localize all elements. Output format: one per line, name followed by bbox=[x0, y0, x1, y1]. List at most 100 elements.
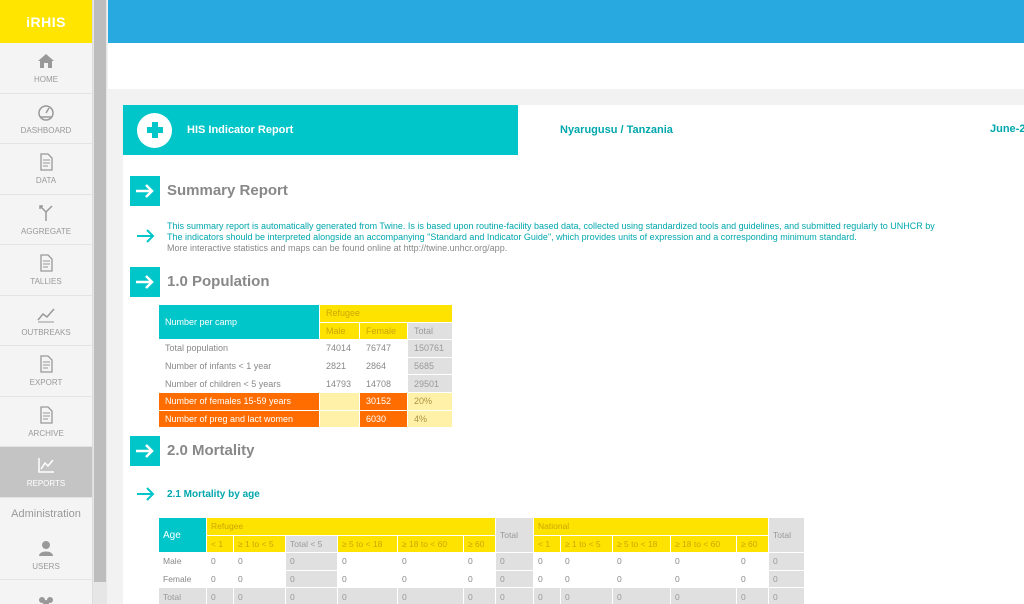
document-icon bbox=[40, 153, 53, 171]
row-label: Number of females 15-59 years bbox=[158, 391, 320, 411]
table-cell: 0 bbox=[533, 569, 561, 589]
cell-male: 2821 bbox=[319, 356, 360, 376]
sidebar-item-export[interactable]: EXPORT bbox=[0, 346, 92, 397]
cell-male bbox=[319, 391, 360, 411]
table-cell: 0 bbox=[463, 552, 496, 571]
table-cell: 0 bbox=[533, 587, 561, 604]
top-bar bbox=[108, 0, 1024, 43]
summary-text: This summary report is automatically gen… bbox=[167, 221, 1024, 254]
cell-female: 6030 bbox=[359, 409, 408, 429]
table-cell: 0 bbox=[612, 552, 671, 571]
sidebar-item-aggregate[interactable]: AGGREGATE bbox=[0, 195, 92, 245]
national-group-header: National bbox=[533, 517, 769, 536]
mortality-table: Age Refugee Total National Total < 1 ≥ 1… bbox=[158, 516, 805, 604]
administration-heading: Administration bbox=[11, 507, 81, 520]
table-cell: 0 bbox=[206, 552, 234, 571]
table-row: Female 0 0 0 0 0 0 0 0 0 0 0 0 0 bbox=[158, 569, 805, 589]
summary-line-2: The indicators should be interpreted alo… bbox=[167, 232, 857, 242]
table-cell: 0 bbox=[206, 587, 234, 604]
sidebar-item-archive[interactable]: ARCHIVE bbox=[0, 397, 92, 447]
home-icon bbox=[38, 54, 54, 69]
cell-total: 4% bbox=[407, 409, 453, 429]
refugee-total-header: Total bbox=[495, 516, 534, 554]
sidebar-item-groups[interactable] bbox=[0, 580, 92, 604]
table-cell: 0 bbox=[495, 552, 534, 571]
population-table: Number per camp Refugee Male Female Tota… bbox=[158, 303, 453, 429]
col-female: Female bbox=[359, 321, 408, 341]
sidebar-item-users[interactable]: USERS bbox=[0, 530, 92, 580]
row-label: Number of preg and lact women bbox=[158, 409, 320, 429]
table-cell: 0 bbox=[285, 552, 338, 571]
table-cell: 0 bbox=[736, 552, 769, 571]
population-header-label: Number per camp bbox=[158, 303, 320, 341]
sidebar-item-home[interactable]: HOME bbox=[0, 43, 92, 94]
sidebar-scrollbar[interactable] bbox=[93, 0, 107, 604]
table-cell: 0 bbox=[495, 569, 534, 589]
table-cell: 0 bbox=[463, 587, 496, 604]
table-cell: 0 bbox=[560, 587, 613, 604]
table-cell: 0 bbox=[337, 587, 398, 604]
population-title: 1.0 Population bbox=[167, 273, 270, 290]
sidebar-item-tallies[interactable]: TALLIES bbox=[0, 245, 92, 296]
table-cell: 0 bbox=[533, 552, 561, 571]
table-cell: 0 bbox=[233, 587, 286, 604]
arrow-icon bbox=[130, 267, 160, 297]
table-row: Number of children < 5 years 14793 14708… bbox=[158, 374, 453, 393]
plus-icon bbox=[137, 112, 172, 148]
table-cell: 0 bbox=[397, 587, 464, 604]
sidebar-item-label: DASHBOARD bbox=[20, 125, 72, 135]
sidebar-item-label: REPORTS bbox=[26, 479, 66, 489]
table-cell: 0 bbox=[560, 552, 613, 571]
cell-male: 14793 bbox=[319, 374, 360, 393]
scrollbar-thumb[interactable] bbox=[94, 0, 106, 582]
col-male: Male bbox=[319, 321, 360, 341]
row-label: Number of children < 5 years bbox=[158, 374, 320, 393]
table-cell: 0 bbox=[736, 587, 769, 604]
table-cell: 0 bbox=[768, 552, 805, 571]
report-title-tab[interactable]: HIS Indicator Report bbox=[123, 105, 518, 155]
sub-header-bar bbox=[108, 43, 1024, 89]
group-icon bbox=[39, 597, 53, 604]
table-cell: 0 bbox=[285, 587, 338, 604]
table-cell: 0 bbox=[337, 552, 398, 571]
sidebar-item-outbreaks[interactable]: OUTBREAKS bbox=[0, 296, 92, 346]
table-cell: 0 bbox=[612, 587, 671, 604]
table-row: Number of infants < 1 year 2821 2864 568… bbox=[158, 356, 453, 376]
report-panel: HIS Indicator Report Nyarugusu / Tanzani… bbox=[123, 105, 1024, 604]
mortality-subtitle: 2.1 Mortality by age bbox=[167, 489, 260, 500]
cell-female: 14708 bbox=[359, 374, 408, 393]
summary-title: Summary Report bbox=[167, 182, 288, 199]
cell-total: 29501 bbox=[407, 374, 453, 393]
sidebar-item-label: HOME bbox=[34, 75, 58, 85]
table-cell: 0 bbox=[397, 552, 464, 571]
table-cell: 0 bbox=[670, 552, 737, 571]
sidebar-item-dashboard[interactable]: DASHBOARD bbox=[0, 94, 92, 144]
sidebar-item-label: AGGREGATE bbox=[20, 226, 72, 236]
table-cell: 0 bbox=[206, 569, 234, 589]
col-header: ≥ 1 to < 5 bbox=[233, 534, 286, 554]
table-row: Total 0 0 0 0 0 0 0 0 0 0 0 0 0 bbox=[158, 587, 805, 604]
col-header: ≥ 60 bbox=[463, 534, 496, 554]
arrow-icon bbox=[137, 487, 155, 501]
sidebar-item-data[interactable]: DATA bbox=[0, 144, 92, 195]
cell-female: 30152 bbox=[359, 391, 408, 411]
app-logo[interactable]: iRHIS bbox=[0, 0, 92, 43]
table-cell: 0 bbox=[495, 587, 534, 604]
table-row: Number of preg and lact women 6030 4% bbox=[158, 409, 453, 429]
table-cell: 0 bbox=[233, 569, 286, 589]
sidebar-item-reports[interactable]: REPORTS bbox=[0, 447, 92, 498]
sidebar-item-label: EXPORT bbox=[29, 378, 63, 388]
table-row: Male 0 0 0 0 0 0 0 0 0 0 0 0 0 bbox=[158, 552, 805, 571]
table-cell: 0 bbox=[560, 569, 613, 589]
cell-total: 20% bbox=[407, 391, 453, 411]
table-cell: 0 bbox=[670, 587, 737, 604]
col-header: ≥ 5 to < 18 bbox=[337, 534, 398, 554]
document-icon bbox=[40, 355, 53, 373]
table-cell: 0 bbox=[768, 587, 805, 604]
cell-male bbox=[319, 409, 360, 429]
table-row: Number of females 15-59 years 30152 20% bbox=[158, 391, 453, 411]
col-header: < 1 bbox=[533, 534, 561, 554]
row-label: Female bbox=[158, 569, 207, 589]
col-header: < 1 bbox=[206, 534, 234, 554]
col-total: Total bbox=[407, 321, 453, 341]
